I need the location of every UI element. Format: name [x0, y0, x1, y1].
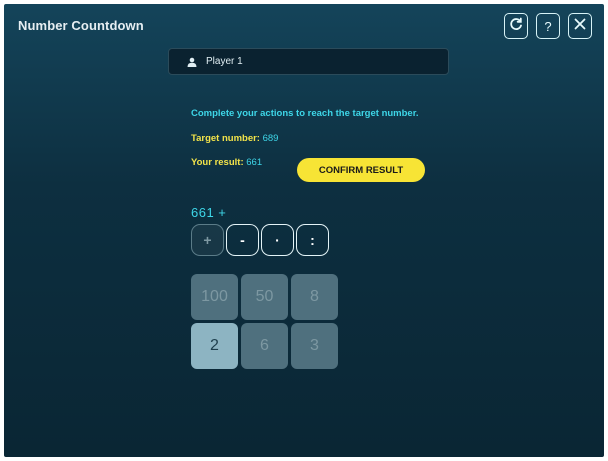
player-bar: Player 1: [168, 48, 449, 75]
number-tile[interactable]: 3: [291, 323, 338, 369]
expression-display: 661 +: [191, 205, 227, 220]
number-tile[interactable]: 50: [241, 274, 288, 320]
refresh-icon: [508, 16, 524, 37]
number-grid: 100 50 8 2 6 3: [191, 274, 338, 369]
number-tile[interactable]: 6: [241, 323, 288, 369]
number-tile[interactable]: 8: [291, 274, 338, 320]
your-result: Your result: 661: [191, 157, 262, 168]
target-value: 689: [262, 133, 279, 144]
instructions: Complete your actions to reach the targe…: [191, 108, 419, 119]
operator-row: + - · :: [191, 224, 329, 256]
result-label: Your result:: [191, 157, 244, 168]
confirm-result-button[interactable]: CONFIRM RESULT: [297, 158, 425, 182]
operator-minus-button[interactable]: -: [226, 224, 259, 256]
game-window: Number Countdown ? Player 1 Complete you…: [4, 4, 604, 457]
result-value: 661: [246, 157, 263, 168]
target-number: Target number: 689: [191, 133, 278, 144]
help-button[interactable]: ?: [536, 13, 560, 39]
target-label: Target number:: [191, 133, 260, 144]
app-title: Number Countdown: [18, 18, 144, 33]
operator-multiply-button[interactable]: ·: [261, 224, 294, 256]
number-tile[interactable]: 100: [191, 274, 238, 320]
user-icon: [187, 57, 197, 67]
close-icon: [572, 16, 588, 37]
close-button[interactable]: [568, 13, 592, 39]
operator-plus-button[interactable]: +: [191, 224, 224, 256]
number-tile[interactable]: 2: [191, 323, 238, 369]
player-name: Player 1: [206, 56, 243, 67]
operator-divide-button[interactable]: :: [296, 224, 329, 256]
question-icon: ?: [544, 18, 552, 34]
restart-button[interactable]: [504, 13, 528, 39]
